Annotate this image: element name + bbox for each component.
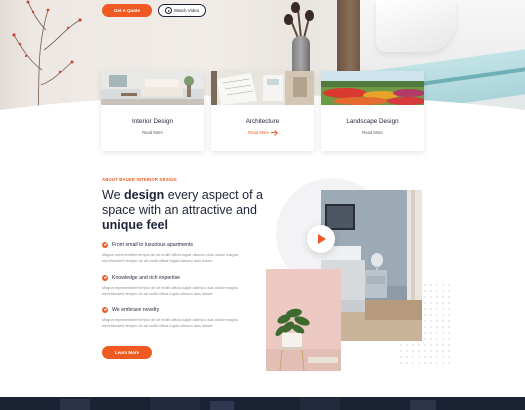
read-more-link[interactable]: Read More <box>211 130 314 135</box>
play-video-button[interactable] <box>307 225 335 253</box>
learn-more-button[interactable]: Learn More <box>102 346 152 359</box>
landscape-design-image <box>321 71 424 105</box>
card-title: Interior Design <box>132 118 173 125</box>
feature-item: From small to luxurious apartments Magna… <box>102 242 252 265</box>
read-more-link[interactable]: Read More <box>321 130 424 135</box>
service-card-architecture[interactable]: Architecture Read More <box>211 71 314 151</box>
next-section-strip <box>0 397 525 410</box>
feature-item: Knowledge and rich expertise Magna repre… <box>102 275 252 298</box>
play-circle-icon <box>164 7 172 14</box>
check-circle-icon <box>102 242 108 248</box>
section-heading: We design every aspect of a space with a… <box>102 188 272 233</box>
feature-title-text: We embrace novelty <box>112 307 160 313</box>
service-card-interior[interactable]: Interior Design Read More <box>101 71 204 151</box>
watch-video-button[interactable]: Watch Video <box>158 4 206 17</box>
feature-title: Knowledge and rich expertise <box>102 275 252 281</box>
feature-title-text: From small to luxurious apartments <box>112 242 194 248</box>
flower-bud <box>305 10 314 21</box>
flower-bud <box>284 14 293 25</box>
feature-title-text: Knowledge and rich expertise <box>112 275 181 281</box>
pillow-illustration <box>376 0 456 52</box>
get-quote-button[interactable]: Get A Quote <box>102 4 152 17</box>
heading-emphasis: unique feel <box>102 218 168 232</box>
interior-design-image <box>101 71 204 105</box>
check-circle-icon <box>102 275 108 281</box>
feature-text: Magna reprehenderit tempor do sit mollit… <box>102 286 238 297</box>
watch-video-label: Watch Video <box>173 8 200 13</box>
feature-text: Magna reprehenderit tempor do sit mollit… <box>102 318 238 329</box>
heading-emphasis: design <box>124 188 165 202</box>
section-eyebrow: ABOUT BAUER INTERIOR DESIGN <box>102 177 177 182</box>
service-cards: Interior Design Read More Architecture R… <box>101 71 424 151</box>
read-more-label: Read More <box>142 130 163 135</box>
arrow-right-icon <box>270 132 277 133</box>
heading-part: We <box>102 188 124 202</box>
feature-title: From small to luxurious apartments <box>102 242 252 248</box>
flower-bud <box>291 2 300 13</box>
plant-photo <box>266 269 341 371</box>
read-more-label: Read More <box>248 130 269 135</box>
hero-buttons: Get A Quote Watch Video <box>102 4 206 17</box>
feature-title: We embrace novelty <box>102 307 252 313</box>
architecture-image <box>211 71 314 105</box>
service-card-landscape[interactable]: Landscape Design Read More <box>321 71 424 151</box>
card-title: Landscape Design <box>346 118 399 125</box>
read-more-link[interactable]: Read More <box>101 130 204 135</box>
feature-item: We embrace novelty Magna reprehenderit t… <box>102 307 252 330</box>
check-circle-icon <box>102 307 108 313</box>
read-more-label: Read More <box>362 130 383 135</box>
card-title: Architecture <box>245 118 280 125</box>
feature-text: Magna reprehenderit tempor do sit mollit… <box>102 253 238 264</box>
